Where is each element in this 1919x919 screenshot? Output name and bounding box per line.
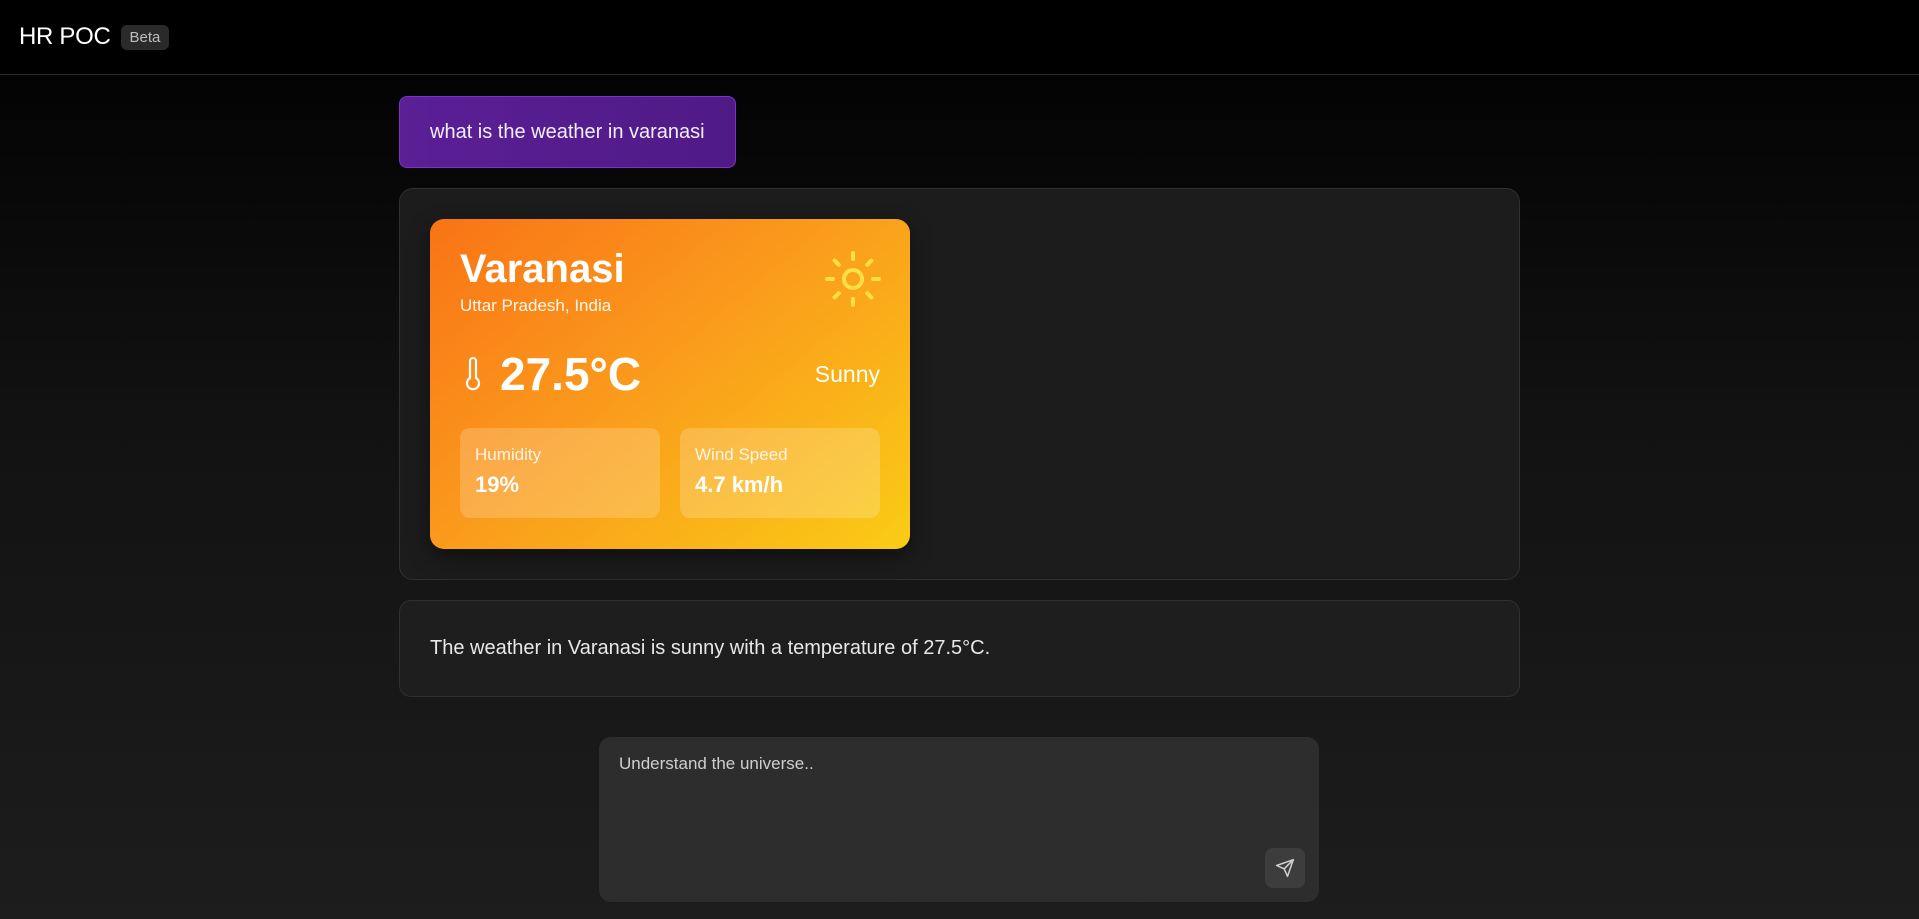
app-header: HR POC Beta bbox=[0, 0, 1919, 75]
app-title: HR POC bbox=[19, 23, 111, 50]
prompt-input[interactable] bbox=[599, 737, 1319, 902]
weather-card: Varanasi Uttar Pradesh, India 27.5°C Sun… bbox=[430, 219, 910, 549]
user-message: what is the weather in varanasi bbox=[399, 96, 736, 168]
thermometer-icon bbox=[465, 357, 481, 391]
wind-speed-value: 4.7 km/h bbox=[695, 472, 784, 497]
send-button[interactable] bbox=[1265, 848, 1305, 888]
humidity-panel: Humidity 19% bbox=[460, 428, 660, 518]
assistant-reply: The weather in Varanasi is sunny with a … bbox=[399, 600, 1520, 697]
sun-icon bbox=[825, 251, 881, 307]
weather-city: Varanasi bbox=[460, 247, 625, 291]
humidity-label: Humidity bbox=[475, 445, 542, 464]
wind-speed-panel: Wind Speed 4.7 km/h bbox=[680, 428, 880, 518]
composer bbox=[599, 737, 1319, 902]
send-icon bbox=[1275, 858, 1295, 878]
weather-region: Uttar Pradesh, India bbox=[460, 296, 612, 315]
wind-speed-label: Wind Speed bbox=[695, 445, 788, 464]
weather-temperature: 27.5°C bbox=[500, 348, 642, 400]
assistant-response-card: Varanasi Uttar Pradesh, India 27.5°C Sun… bbox=[399, 188, 1520, 580]
humidity-value: 19% bbox=[475, 472, 520, 497]
weather-condition: Sunny bbox=[814, 361, 880, 387]
beta-badge: Beta bbox=[120, 24, 170, 50]
